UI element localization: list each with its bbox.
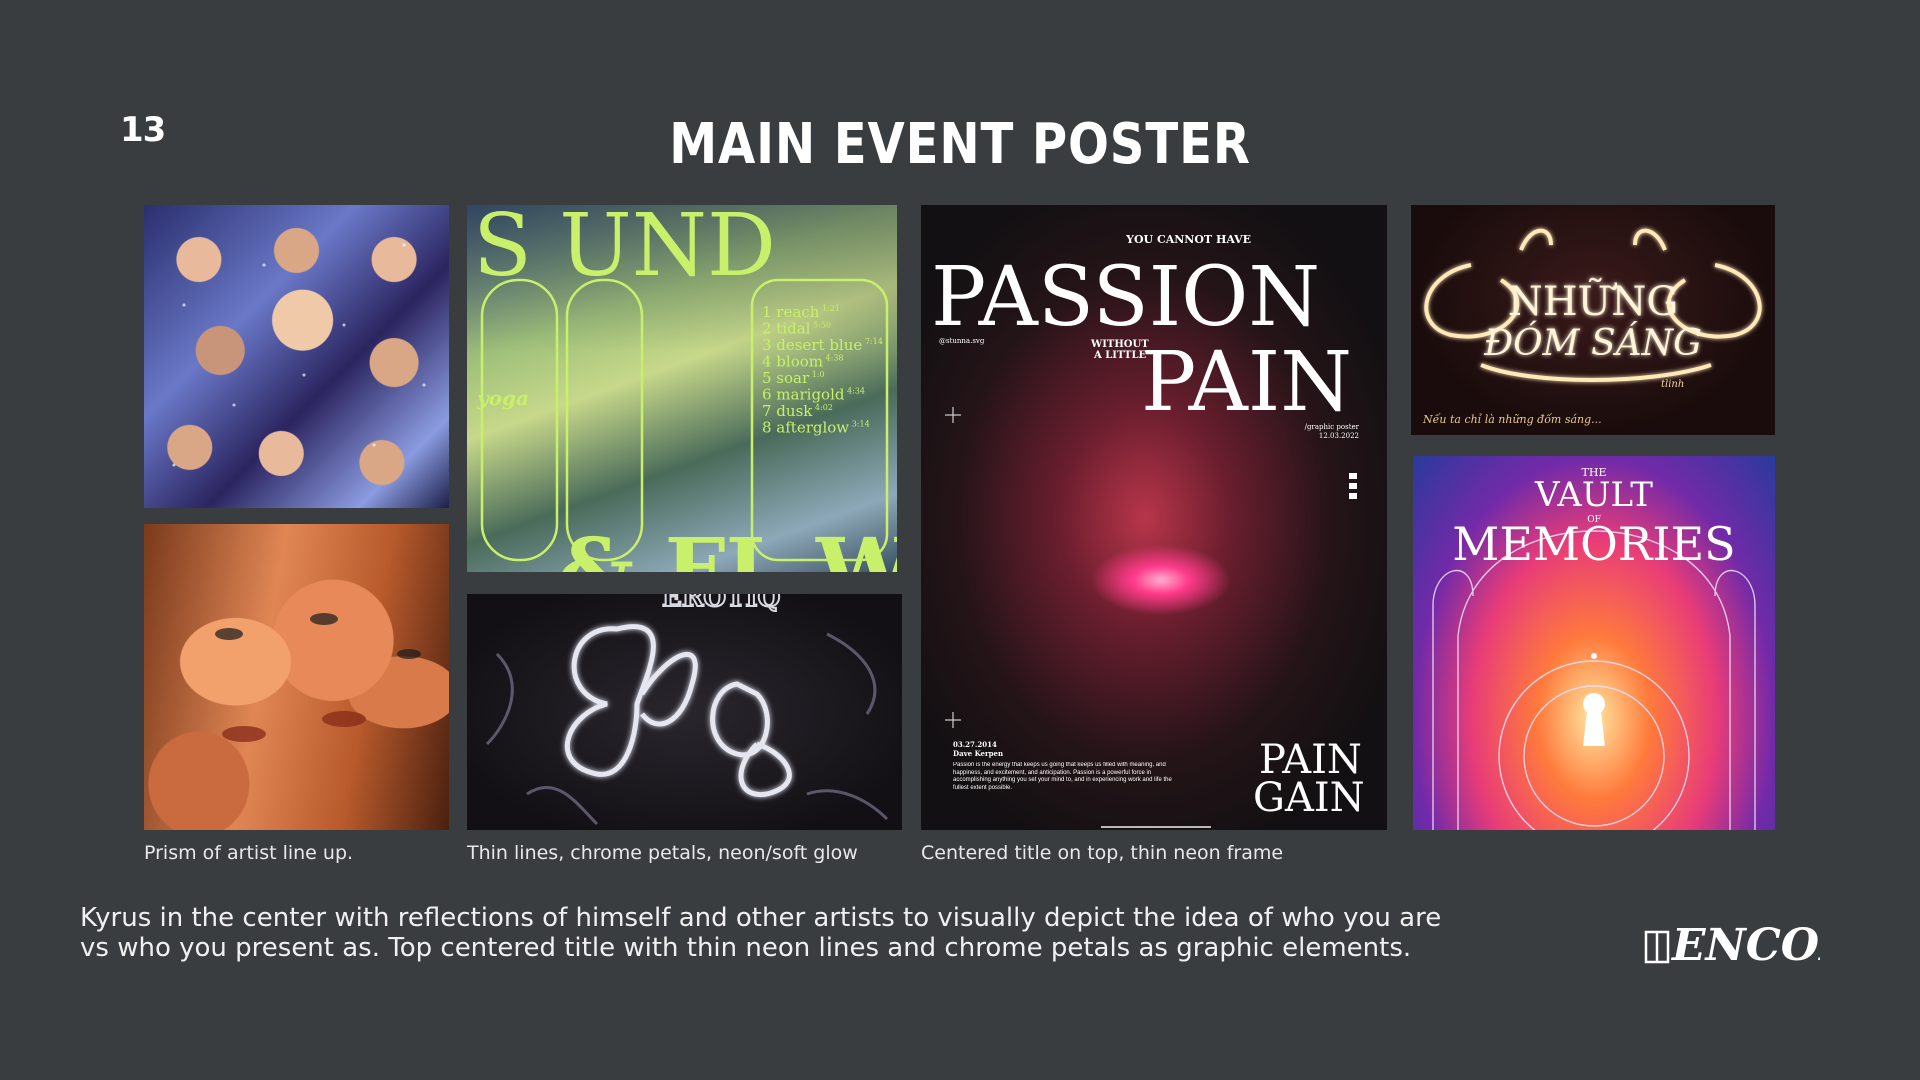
prism-artist-image xyxy=(144,205,449,508)
vault-graphic: THE VAULT OF MEMORIES xyxy=(1432,466,1756,830)
track-item: 6 marigold 4:34 xyxy=(762,386,865,404)
nhung-graphic: NHỮNG ĐÓM SÁNG tlinh Nếu ta chỉ là những… xyxy=(1422,228,1762,426)
passion-word: PASSION xyxy=(931,250,1320,345)
prism-sparkles xyxy=(172,243,426,467)
erotiq-title: EROTIQ xyxy=(662,594,780,613)
passion-meta2: 12.03.2022 xyxy=(1319,432,1359,440)
passion-meta1: /graphic poster xyxy=(1305,423,1360,431)
description-line-1: Kyrus in the center with reflections of … xyxy=(80,903,1442,933)
flow-title: & FL W xyxy=(557,520,897,572)
passion-alittle: A LITTLE xyxy=(1093,350,1147,361)
butterfly-right xyxy=(710,681,792,797)
passion-date: 03.27.2014 xyxy=(953,740,997,749)
passion-pain-poster: YOU CANNOT HAVE PASSION PAIN WITHOUT A L… xyxy=(921,205,1387,830)
passion-pain-graphic: YOU CANNOT HAVE PASSION PAIN WITHOUT A L… xyxy=(931,233,1365,828)
sound-flow-poster: S UND & FL W yoga 1 reach 1:21 2 tidal 5:… xyxy=(467,205,897,572)
page-title: MAIN EVENT POSTER xyxy=(669,112,1251,177)
passion-tagline: YOU CANNOT HAVE xyxy=(1125,233,1251,246)
passion-handle: @stunna.svg xyxy=(939,337,985,345)
track-item: 3 desert blue 7:14 xyxy=(762,336,883,354)
keyhole-icon xyxy=(1583,693,1605,746)
passion-body: Passion is the energy that keeps us goin… xyxy=(953,762,1172,791)
encore-logo: ENCORE xyxy=(1640,908,1891,974)
yoga-brand: yoga xyxy=(476,386,529,410)
chrome-butterfly-poster: EROTIQ xyxy=(467,594,902,830)
sound-title: S UND xyxy=(473,205,776,296)
caption-petals: Thin lines, chrome petals, neon/soft glo… xyxy=(467,842,858,864)
caption-prism: Prism of artist line up. xyxy=(144,842,354,864)
track-item: 5 soar 1:0 xyxy=(762,369,825,387)
passion-without: WITHOUT xyxy=(1090,339,1149,350)
reflection-faces-image xyxy=(144,524,449,830)
vault-memories-poster: THE VAULT OF MEMORIES xyxy=(1413,456,1775,830)
encore-logo-text: ENCORE xyxy=(1670,920,1820,971)
pain-word: PAIN xyxy=(1141,335,1352,430)
corner-gain: GAIN xyxy=(1253,775,1365,821)
track-item: 4 bloom 4:38 xyxy=(762,353,844,371)
track-item: 1 reach 1:21 xyxy=(762,303,840,321)
encore-logo-mark: ENCORE xyxy=(1644,920,1891,971)
tracklist: 1 reach 1:212 tidal 5:503 desert blue 7:… xyxy=(762,303,883,437)
nhung-sub: tlinh xyxy=(1661,379,1684,390)
vault-word: VAULT xyxy=(1534,475,1653,515)
track-item: 8 afterglow 3:14 xyxy=(762,419,870,437)
chrome-butterflies: EROTIQ xyxy=(485,594,889,826)
butterfly-left xyxy=(565,624,698,777)
description-line-2: vs who you present as. Top centered titl… xyxy=(80,933,1412,963)
passion-author: Dave Kerpen xyxy=(953,749,1003,758)
description: Kyrus in the center with reflections of … xyxy=(80,903,1510,963)
nhung-line: Nếu ta chỉ là những đốm sáng... xyxy=(1422,413,1602,426)
caption-centered: Centered title on top, thin neon frame xyxy=(921,842,1284,864)
track-item: 2 tidal 5:50 xyxy=(762,320,831,338)
faces-overlay xyxy=(215,613,421,742)
sound-flow-graphic: S UND & FL W yoga 1 reach 1:212 tidal 5:… xyxy=(473,205,897,572)
nhung-title2: ĐÓM SÁNG xyxy=(1483,322,1702,364)
vault-memories: MEMORIES xyxy=(1452,517,1735,571)
track-item: 7 dusk 4:02 xyxy=(762,402,833,420)
nhung-title1: NHỮNG xyxy=(1508,278,1679,325)
nhung-dom-sang-poster: NHỮNG ĐÓM SÁNG tlinh Nếu ta chỉ là những… xyxy=(1411,205,1775,435)
